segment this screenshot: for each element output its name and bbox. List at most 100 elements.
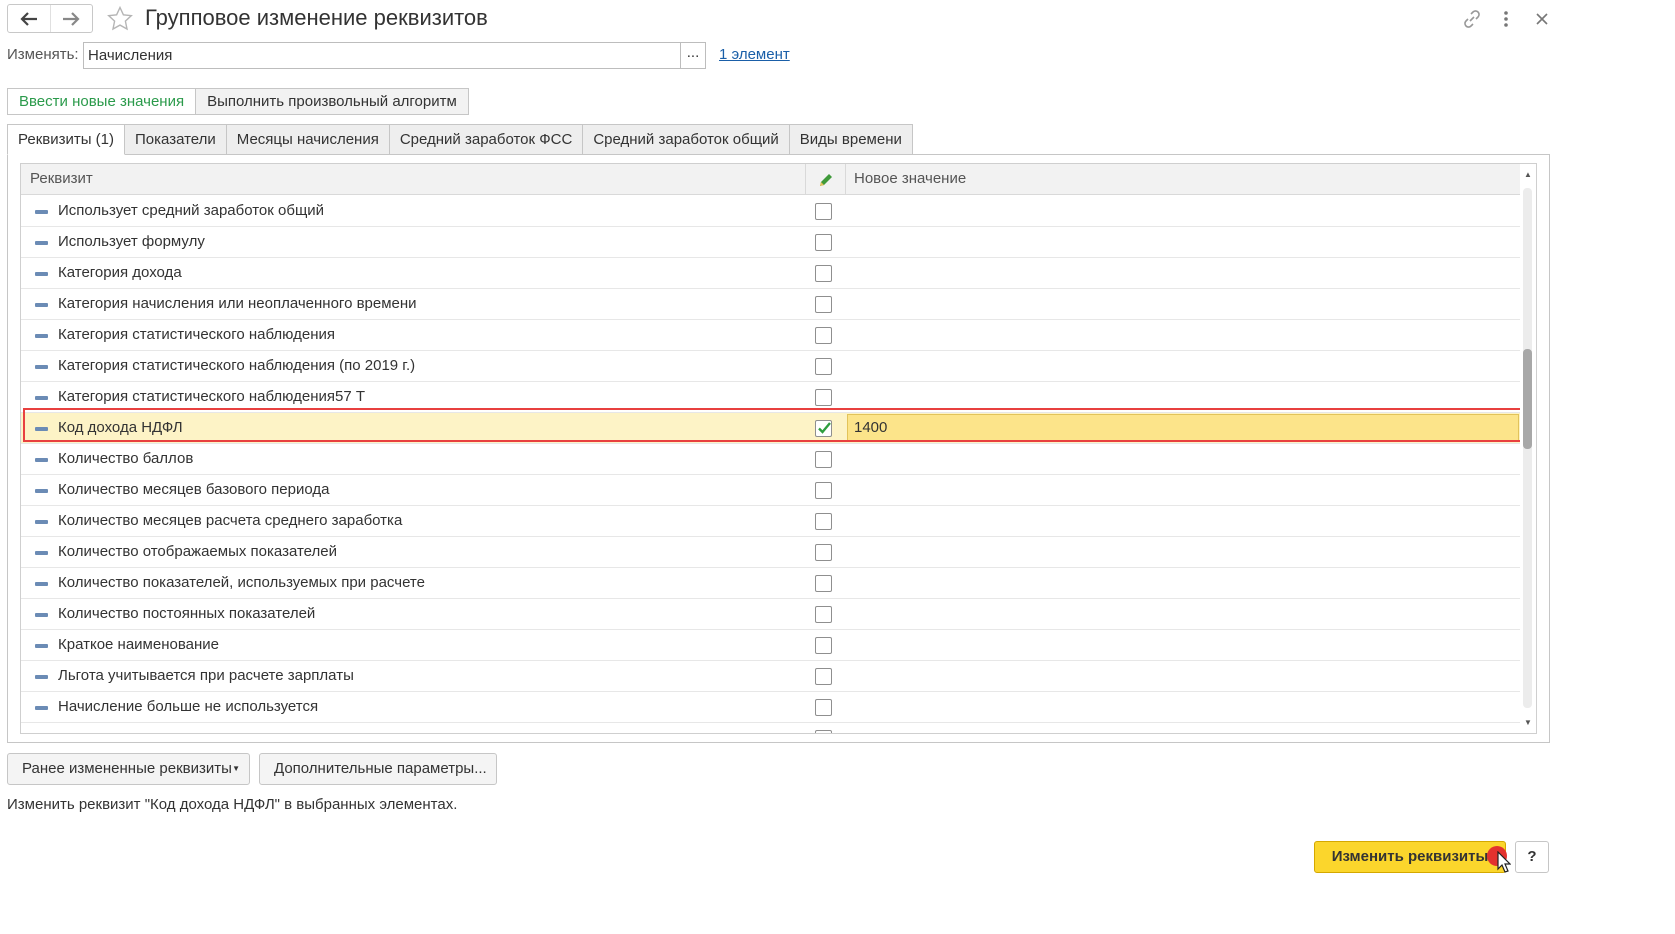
tab-time-types[interactable]: Виды времени — [789, 124, 913, 155]
change-checkbox[interactable] — [815, 420, 832, 437]
change-checkbox[interactable] — [815, 296, 832, 313]
link-icon[interactable] — [1461, 8, 1483, 30]
new-value-cell[interactable] — [845, 258, 1521, 288]
change-checkbox[interactable] — [815, 327, 832, 344]
attributes-table: Реквизит Новое значение Использует средн… — [20, 163, 1537, 734]
more-menu-icon[interactable] — [1495, 8, 1517, 30]
change-checkbox[interactable] — [815, 513, 832, 530]
mode-new-values-button[interactable]: Ввести новые значения — [7, 88, 197, 115]
new-value-cell[interactable] — [845, 599, 1521, 629]
tab-indicators[interactable]: Показатели — [125, 124, 227, 155]
change-checkbox[interactable] — [815, 203, 832, 220]
back-button[interactable] — [8, 5, 50, 32]
arrow-right-icon — [63, 11, 80, 26]
change-checkbox[interactable] — [815, 544, 832, 561]
table-row[interactable]: Количество месяцев базового периода — [21, 475, 1521, 506]
help-button[interactable]: ? — [1515, 841, 1549, 873]
attribute-name: Использует формулу — [58, 233, 205, 250]
close-icon[interactable] — [1531, 8, 1553, 30]
previous-attributes-button[interactable]: Ранее измененные реквизиты ▼ — [7, 753, 250, 785]
mode-switch: Ввести новые значения Выполнить произвол… — [7, 88, 469, 115]
column-header-edit[interactable] — [805, 164, 845, 195]
new-value-cell[interactable] — [845, 692, 1521, 722]
scroll-down-icon[interactable]: ▼ — [1524, 718, 1532, 727]
new-value-cell[interactable] — [845, 382, 1521, 412]
table-row[interactable]: Категория статистического наблюдения57 Т — [21, 382, 1521, 413]
attribute-icon — [35, 551, 48, 555]
new-value-cell[interactable] — [845, 289, 1521, 319]
table-row[interactable]: Начисление больше не используется — [21, 692, 1521, 723]
change-checkbox[interactable] — [815, 482, 832, 499]
mode-algorithm-button[interactable]: Выполнить произвольный алгоритм — [196, 88, 469, 115]
new-value-cell[interactable] — [845, 723, 1521, 733]
new-value-cell[interactable] — [845, 227, 1521, 257]
change-label: Изменять: — [7, 46, 79, 63]
change-checkbox[interactable] — [815, 730, 832, 733]
scroll-up-icon[interactable]: ▲ — [1524, 170, 1532, 179]
change-checkbox[interactable] — [815, 358, 832, 375]
new-value-cell[interactable] — [845, 475, 1521, 505]
tab-accrual-months[interactable]: Месяцы начисления — [226, 124, 390, 155]
table-row[interactable]: Код дохода НДФЛ 1400 — [21, 413, 1521, 444]
table-row[interactable]: Количество отображаемых показателей — [21, 537, 1521, 568]
attribute-icon — [35, 706, 48, 710]
table-row[interactable]: Количество баллов — [21, 444, 1521, 475]
table-row[interactable]: Категория дохода — [21, 258, 1521, 289]
new-value-cell[interactable] — [845, 196, 1521, 226]
additional-params-button[interactable]: Дополнительные параметры... — [259, 753, 497, 785]
tab-avg-earnings-fss[interactable]: Средний заработок ФСС — [389, 124, 584, 155]
new-value-cell[interactable] — [845, 320, 1521, 350]
new-value-cell[interactable] — [845, 506, 1521, 536]
attribute-icon — [35, 210, 48, 214]
new-value-cell[interactable] — [845, 568, 1521, 598]
change-checkbox[interactable] — [815, 637, 832, 654]
favorite-star-icon[interactable] — [106, 5, 134, 33]
table-row[interactable]: Количество постоянных показателей — [21, 599, 1521, 630]
attribute-name: Количество месяцев базового периода — [58, 481, 330, 498]
tab-attributes[interactable]: Реквизиты (1) — [7, 124, 126, 155]
change-target-field[interactable]: Начисления ... — [83, 42, 706, 69]
change-checkbox[interactable] — [815, 575, 832, 592]
table-row[interactable]: Использует формулу — [21, 227, 1521, 258]
forward-button[interactable] — [49, 5, 93, 32]
change-checkbox[interactable] — [815, 234, 832, 251]
table-row[interactable] — [21, 723, 1521, 733]
elements-link[interactable]: 1 элемент — [719, 46, 790, 63]
attribute-icon — [35, 365, 48, 369]
tab-avg-earnings-general[interactable]: Средний заработок общий — [583, 124, 790, 155]
change-checkbox[interactable] — [815, 389, 832, 406]
scroll-thumb[interactable] — [1523, 349, 1532, 449]
attribute-icon — [35, 644, 48, 648]
previous-attributes-label: Ранее измененные реквизиты — [22, 760, 232, 777]
table-row[interactable]: Использует средний заработок общий — [21, 196, 1521, 227]
attribute-name: Количество отображаемых показателей — [58, 543, 337, 560]
change-checkbox[interactable] — [815, 606, 832, 623]
table-row[interactable]: Категория статистического наблюдения — [21, 320, 1521, 351]
new-value-cell[interactable] — [845, 630, 1521, 660]
new-value-cell[interactable] — [845, 351, 1521, 381]
dropdown-arrow-icon: ▼ — [232, 764, 240, 773]
column-header-new-value[interactable]: Новое значение — [845, 164, 1521, 195]
table-row[interactable]: Количество месяцев расчета среднего зара… — [21, 506, 1521, 537]
table-row[interactable]: Категория статистического наблюдения (по… — [21, 351, 1521, 382]
hint-text: Изменить реквизит "Код дохода НДФЛ" в вы… — [7, 796, 458, 813]
change-checkbox[interactable] — [815, 699, 832, 716]
change-checkbox[interactable] — [815, 265, 832, 282]
new-value-cell[interactable] — [845, 444, 1521, 474]
choose-button[interactable]: ... — [680, 43, 705, 68]
change-checkbox[interactable] — [815, 668, 832, 685]
vertical-scrollbar[interactable]: ▲ ▼ — [1520, 164, 1536, 733]
table-row[interactable]: Количество показателей, используемых при… — [21, 568, 1521, 599]
table-row[interactable]: Категория начисления или неоплаченного в… — [21, 289, 1521, 320]
attribute-name: Категория статистического наблюдения (по… — [58, 357, 416, 374]
new-value-cell[interactable] — [845, 661, 1521, 691]
apply-changes-button[interactable]: Изменить реквизиты — [1314, 841, 1506, 873]
new-value-text: 1400 — [854, 419, 888, 436]
attribute-name: Количество постоянных показателей — [58, 605, 316, 622]
table-row[interactable]: Краткое наименование — [21, 630, 1521, 661]
table-row[interactable]: Льгота учитывается при расчете зарплаты — [21, 661, 1521, 692]
change-checkbox[interactable] — [815, 451, 832, 468]
new-value-cell[interactable]: 1400 — [847, 414, 1519, 442]
column-header-attribute[interactable]: Реквизит — [21, 164, 805, 195]
new-value-cell[interactable] — [845, 537, 1521, 567]
